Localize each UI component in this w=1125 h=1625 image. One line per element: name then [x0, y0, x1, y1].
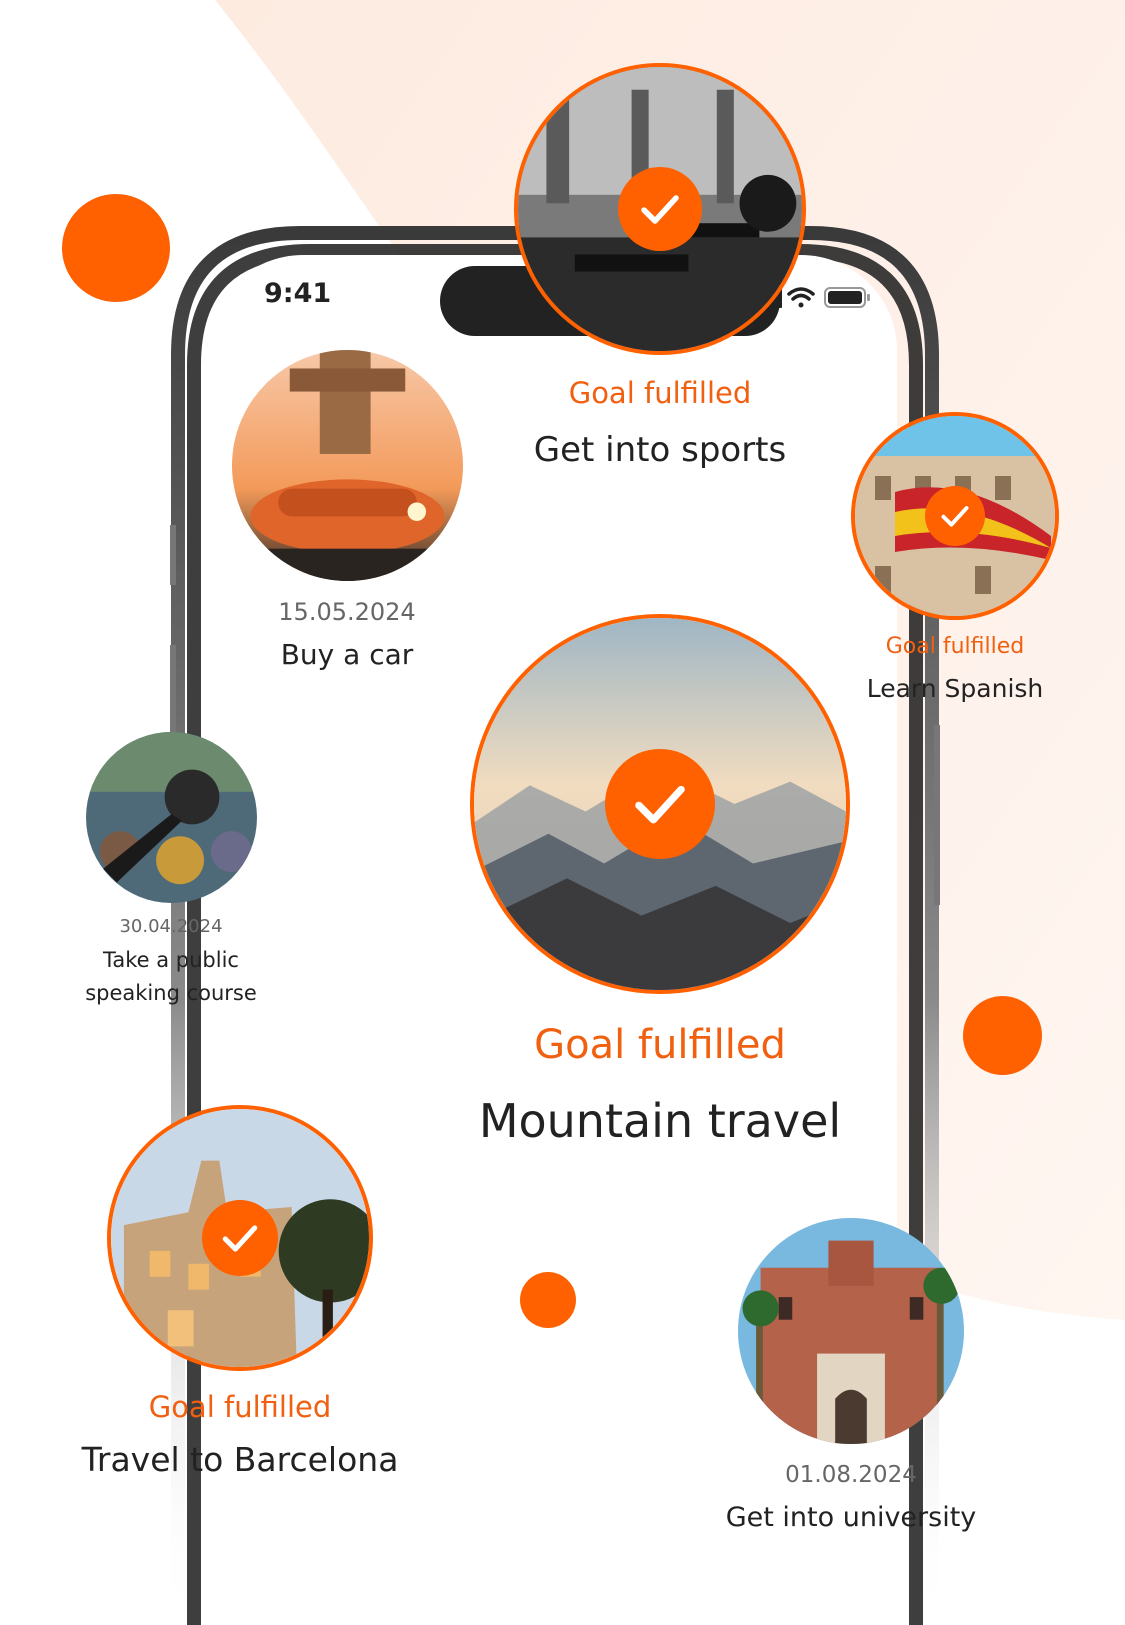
university-photo	[738, 1218, 964, 1444]
goal-title: Get into sports	[533, 430, 787, 470]
checkmark-icon	[618, 167, 702, 251]
goal-title: Get into university	[725, 1502, 977, 1533]
barcelona-photo	[107, 1105, 373, 1371]
mountains-photo	[470, 614, 850, 994]
decorative-dot	[963, 996, 1042, 1075]
decorative-dot	[520, 1272, 576, 1328]
goal-status: Goal fulfilled	[568, 376, 752, 410]
goal-title: Mountain travel	[478, 1094, 842, 1148]
goal-title: Buy a car	[280, 638, 414, 671]
goal-date: 30.04.2024	[119, 916, 223, 937]
battery-icon	[824, 287, 870, 308]
goal-status: Goal fulfilled	[885, 634, 1025, 659]
goal-date: 15.05.2024	[278, 598, 416, 626]
decorative-dot	[62, 194, 170, 302]
goal-title-line2: speaking course	[85, 981, 257, 1005]
gym-photo	[514, 63, 806, 355]
goal-status: Goal fulfilled	[148, 1390, 332, 1424]
checkmark-icon	[202, 1200, 278, 1276]
checkmark-icon	[605, 749, 715, 859]
goal-title-line1: Take a public	[103, 948, 239, 972]
goal-title: Learn Spanish	[866, 674, 1044, 703]
car-photo	[232, 350, 463, 581]
status-time: 9:41	[264, 278, 332, 309]
microphone-photo	[86, 732, 257, 903]
goal-date: 01.08.2024	[785, 1462, 917, 1488]
spanish-flag-photo	[851, 412, 1059, 620]
checkmark-icon	[925, 486, 985, 546]
goal-title: Travel to Barcelona	[81, 1440, 399, 1479]
goal-status: Goal fulfilled	[534, 1022, 786, 1068]
